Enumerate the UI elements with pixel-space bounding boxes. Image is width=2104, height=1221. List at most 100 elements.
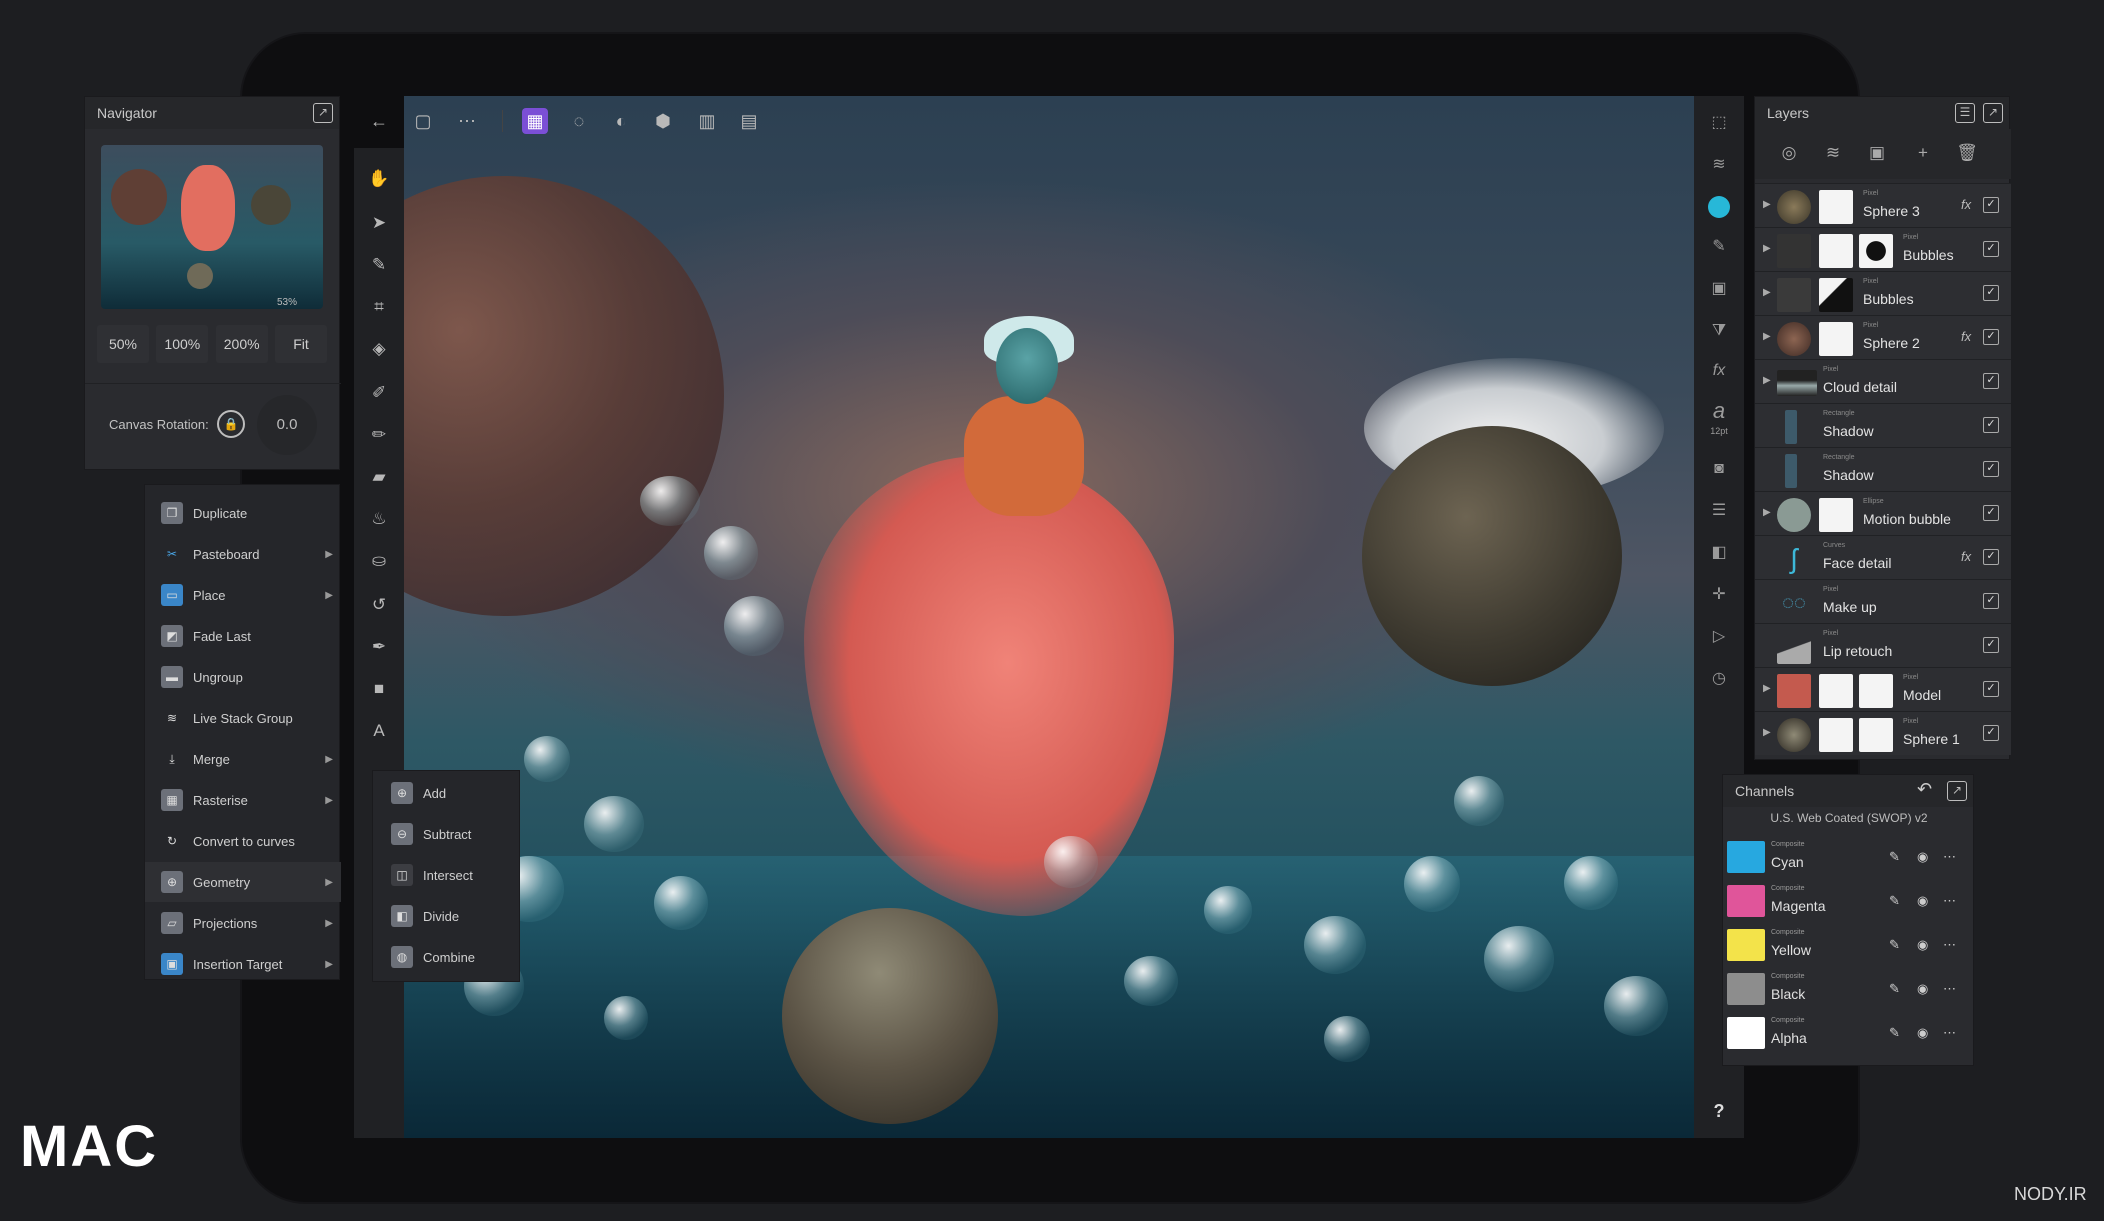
filter-toggle-icon[interactable]: ⧩ [1706, 318, 1732, 344]
healing-tool-icon[interactable]: ↺ [366, 592, 392, 618]
hand-tool-icon[interactable]: ✋ [366, 166, 392, 192]
visibility-checkbox[interactable]: ✓ [1983, 725, 1999, 741]
document-icon[interactable]: ▢ [410, 108, 436, 134]
channel-row[interactable]: Composite Cyan ✎ ◉ ⋯ [1723, 835, 1975, 879]
crop-tool-icon[interactable]: ⌗ [366, 294, 392, 320]
more-icon[interactable]: ⋯ [1943, 937, 1956, 953]
eye-icon[interactable]: ◉ [1917, 937, 1928, 953]
submenu-item-intersect[interactable]: ◫ Intersect [373, 855, 521, 895]
visibility-checkbox[interactable]: ✓ [1983, 681, 1999, 697]
visibility-checkbox[interactable]: ✓ [1983, 549, 1999, 565]
menu-item-projections[interactable]: ▱ Projections ▶ [145, 903, 341, 943]
navigator-toggle-icon[interactable]: ⬚ [1706, 110, 1732, 136]
submenu-item-add[interactable]: ⊕ Add [373, 773, 521, 813]
fx-icon[interactable]: fx [1961, 197, 1971, 212]
menu-item-merge[interactable]: ⤓ Merge ▶ [145, 739, 341, 779]
visibility-checkbox[interactable]: ✓ [1983, 593, 1999, 609]
move-tool-icon[interactable]: ➤ [366, 210, 392, 236]
channel-row[interactable]: Composite Magenta ✎ ◉ ⋯ [1723, 879, 1975, 923]
add-layer-icon[interactable]: + [1911, 141, 1935, 165]
expand-arrow-icon[interactable]: ▶ [1763, 507, 1771, 518]
pixel-persona-icon[interactable]: ▦ [522, 108, 548, 134]
export-icon[interactable]: ▤ [736, 108, 762, 134]
rotation-lock-icon[interactable]: 🔒 [217, 410, 245, 438]
visibility-checkbox[interactable]: ✓ [1983, 285, 1999, 301]
expand-arrow-icon[interactable]: ▶ [1763, 199, 1771, 210]
edit-channel-icon[interactable]: ✎ [1889, 981, 1900, 997]
expand-arrow-icon[interactable]: ▶ [1763, 287, 1771, 298]
menu-item-live-stack-group[interactable]: ≋ Live Stack Group [145, 698, 341, 738]
visibility-checkbox[interactable]: ✓ [1983, 197, 1999, 213]
selection-icon[interactable]: ◌ [566, 108, 592, 134]
menu-item-insertion-target[interactable]: ▣ Insertion Target ▶ [145, 944, 341, 984]
menu-item-place[interactable]: ▭ Place ▶ [145, 575, 341, 615]
layer-row[interactable]: Rectangle Shadow ✓ [1755, 447, 2011, 491]
layer-row[interactable]: ▶ Pixel Bubbles ✓ [1755, 227, 2011, 271]
edit-channel-icon[interactable]: ✎ [1889, 1025, 1900, 1041]
visibility-checkbox[interactable]: ✓ [1983, 329, 1999, 345]
transform-toggle-icon[interactable]: ◧ [1706, 540, 1732, 566]
eyedropper-tool-icon[interactable]: ✎ [366, 252, 392, 278]
layer-row[interactable]: ▶ Pixel Sphere 2 fx ✓ [1755, 315, 2011, 359]
paint-brush-icon[interactable]: ✏ [366, 422, 392, 448]
history-toggle-icon[interactable]: ◷ [1706, 666, 1732, 692]
more-icon[interactable]: ⋯ [1943, 1025, 1956, 1041]
channel-row[interactable]: Composite Alpha ✎ ◉ ⋯ [1723, 1011, 1975, 1055]
more-icon[interactable]: ⋯ [1943, 849, 1956, 865]
fx-icon[interactable]: fx [1961, 549, 1971, 564]
more-icon[interactable]: ⋯ [1943, 981, 1956, 997]
menu-item-ungroup[interactable]: ▬ Ungroup [145, 657, 341, 697]
sliders-toggle-icon[interactable]: ☰ [1706, 498, 1732, 524]
layer-row[interactable]: Rectangle Shadow ✓ [1755, 403, 2011, 447]
expand-arrow-icon[interactable]: ▶ [1763, 375, 1771, 386]
layer-blend-icon[interactable]: ≋ [1821, 141, 1845, 165]
back-arrow-icon[interactable]: ← [366, 108, 392, 134]
menu-item-geometry[interactable]: ⊕ Geometry ▶ [145, 862, 341, 902]
more-icon[interactable]: ⋯ [1943, 893, 1956, 909]
channels-detach-icon[interactable]: ↗ [1947, 781, 1967, 801]
eye-icon[interactable]: ◉ [1917, 893, 1928, 909]
visibility-checkbox[interactable]: ✓ [1983, 417, 1999, 433]
layers-menu-icon[interactable]: ☰ [1955, 103, 1975, 123]
layer-row[interactable]: ▶ Ellipse Motion bubble ✓ [1755, 491, 2011, 535]
character-toggle-icon[interactable]: a [1706, 398, 1732, 424]
selection-brush-icon[interactable]: ✐ [366, 380, 392, 406]
navigator-thumbnail[interactable] [101, 145, 323, 309]
layers-toggle-icon[interactable]: ≋ [1706, 152, 1732, 178]
color-toggle-icon[interactable] [1706, 194, 1732, 220]
zoom-200-button[interactable]: 200% [215, 325, 268, 363]
menu-item-rasterise[interactable]: ▦ Rasterise ▶ [145, 780, 341, 820]
camera-toggle-icon[interactable]: ◙ [1706, 456, 1732, 482]
zoom-fit-button[interactable]: Fit [274, 325, 327, 363]
clone-tool-icon[interactable]: ⛀ [366, 548, 392, 574]
menu-item-duplicate[interactable]: ❐ Duplicate [145, 493, 341, 533]
layer-row[interactable]: ʃ Curves Face detail fx ✓ [1755, 535, 2011, 579]
visibility-checkbox[interactable]: ✓ [1983, 241, 1999, 257]
canvas-rotation-dial[interactable]: 0.0 [257, 395, 317, 455]
brushes-toggle-icon[interactable]: ✎ [1706, 234, 1732, 260]
expand-arrow-icon[interactable]: ▶ [1763, 727, 1771, 738]
tone-map-icon[interactable]: ⬢ [650, 108, 676, 134]
dodge-tool-icon[interactable]: ♨ [366, 506, 392, 532]
menu-item-pasteboard[interactable]: ✂ Pasteboard ▶ [145, 534, 341, 574]
layer-row[interactable]: ▶ Pixel Sphere 1 ✓ [1755, 711, 2011, 755]
fx-toggle-icon[interactable]: fx [1706, 358, 1732, 384]
visibility-checkbox[interactable]: ✓ [1983, 505, 1999, 521]
snapping-toggle-icon[interactable]: ✛ [1706, 582, 1732, 608]
edit-channel-icon[interactable]: ✎ [1889, 893, 1900, 909]
more-icon[interactable]: ⋯ [454, 108, 480, 134]
layers-detach-icon[interactable]: ↗ [1983, 103, 2003, 123]
zoom-100-button[interactable]: 100% [156, 325, 209, 363]
visibility-checkbox[interactable]: ✓ [1983, 373, 1999, 389]
channel-row[interactable]: Composite Yellow ✎ ◉ ⋯ [1723, 923, 1975, 967]
fill-tool-icon[interactable]: ◈ [366, 336, 392, 362]
expand-arrow-icon[interactable]: ▶ [1763, 683, 1771, 694]
help-button[interactable]: ? [1706, 1098, 1732, 1124]
expand-arrow-icon[interactable]: ▶ [1763, 331, 1771, 342]
submenu-item-subtract[interactable]: ⊖ Subtract [373, 814, 521, 854]
submenu-item-divide[interactable]: ◧ Divide [373, 896, 521, 936]
menu-item-convert-to-curves[interactable]: ↻ Convert to curves [145, 821, 341, 861]
adjustments-toggle-icon[interactable]: ▣ [1706, 276, 1732, 302]
visibility-checkbox[interactable]: ✓ [1983, 461, 1999, 477]
eye-icon[interactable]: ◉ [1917, 1025, 1928, 1041]
